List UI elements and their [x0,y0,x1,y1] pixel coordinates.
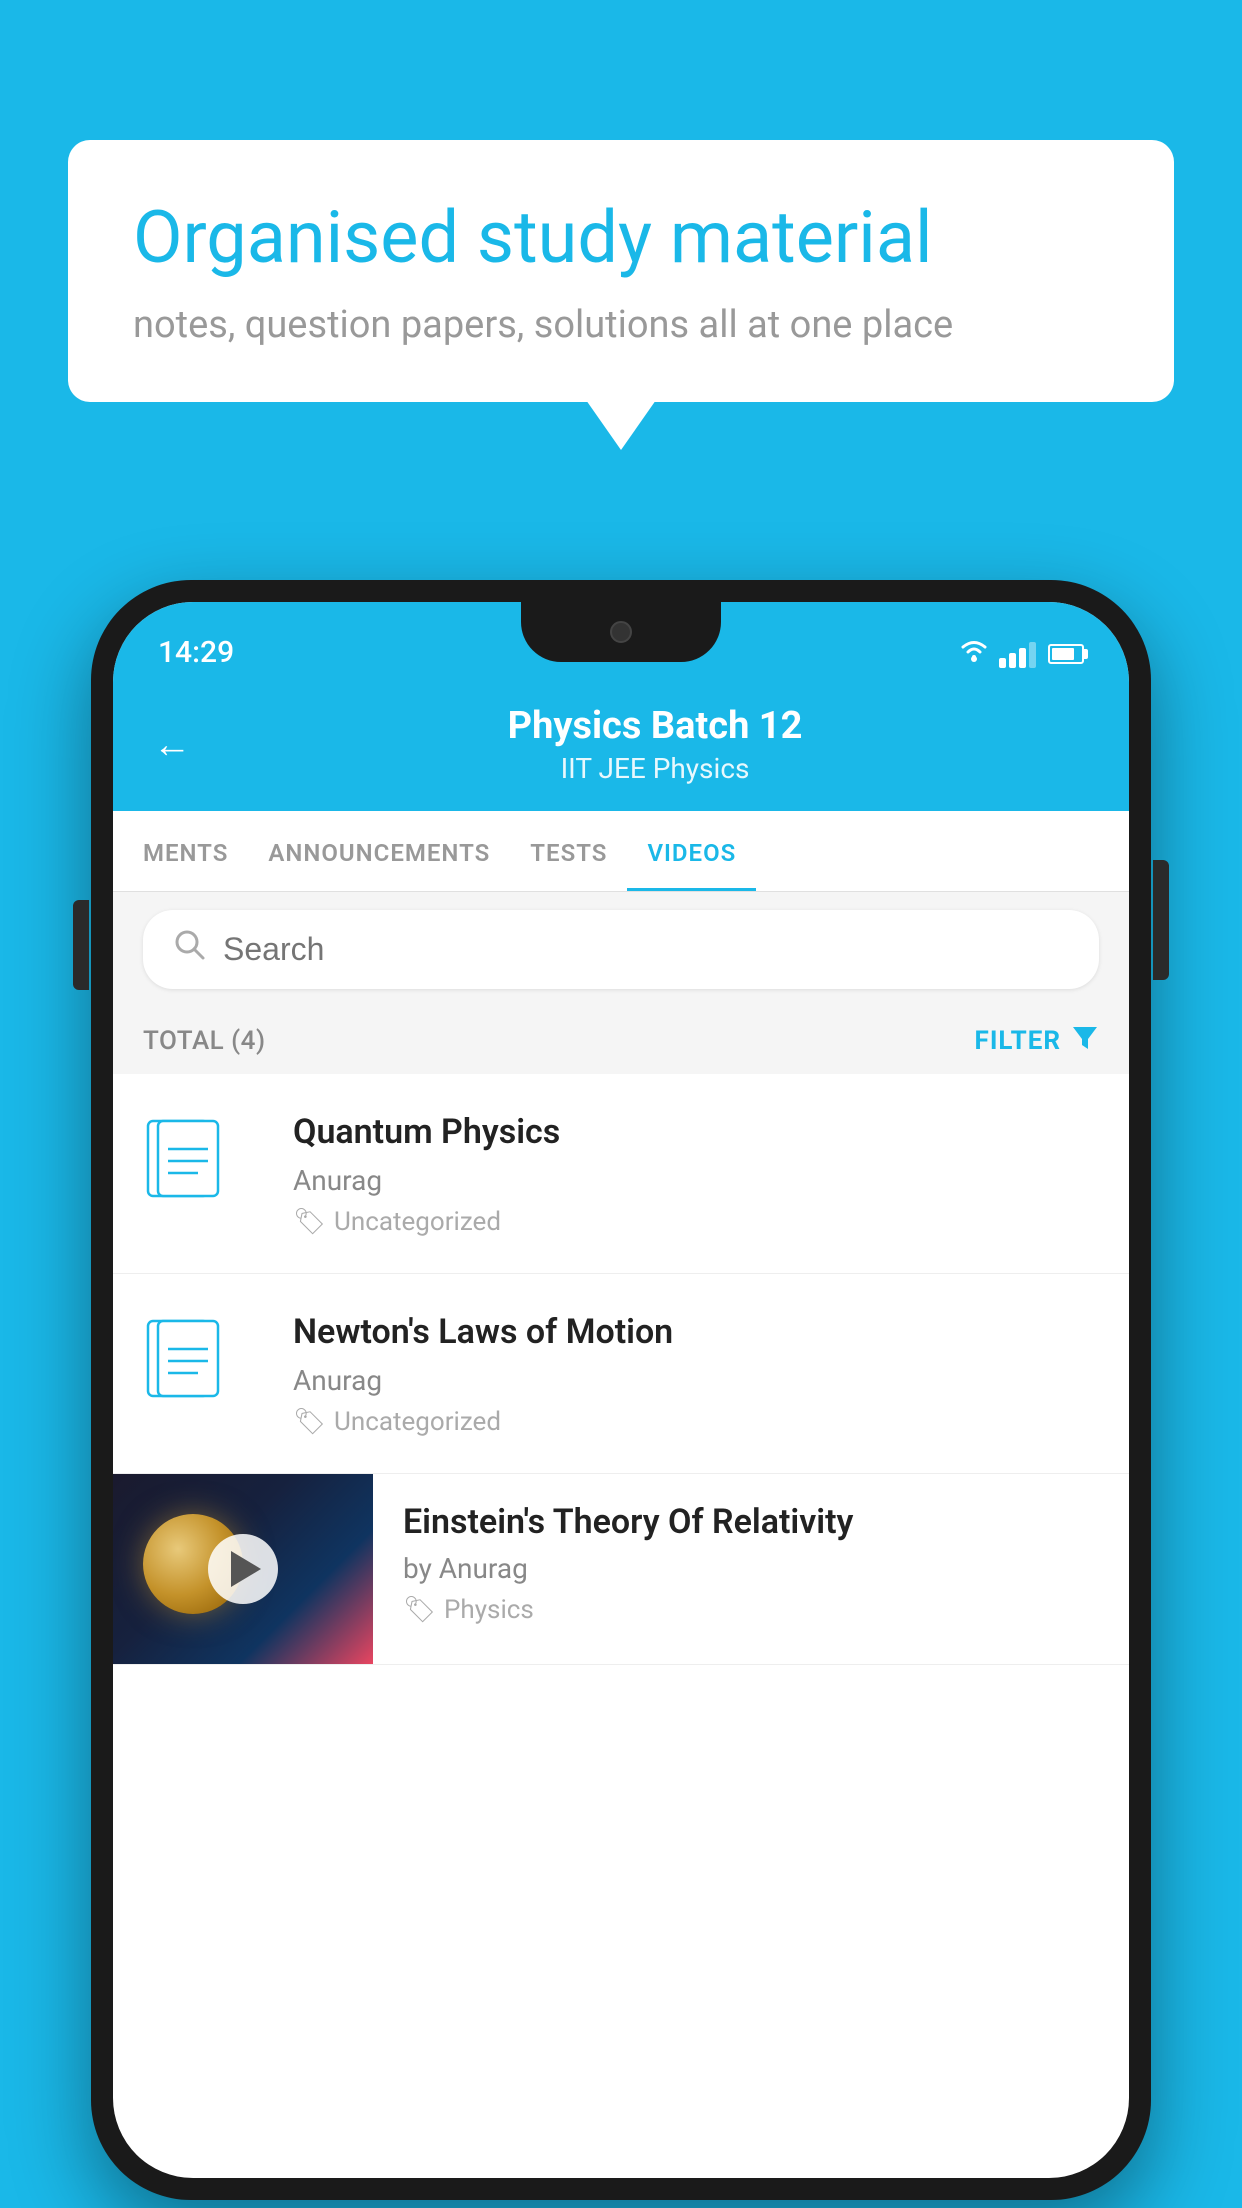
video-info: Newton's Laws of Motion Anurag 🏷 Uncateg… [293,1310,1099,1437]
header-sub-title: IIT JEE Physics [221,752,1089,785]
bubble-subtitle: notes, question papers, solutions all at… [133,303,1109,347]
file-icon-area [143,1319,263,1428]
tag-icon: 🏷 [293,1207,326,1237]
search-icon [173,928,207,971]
play-icon [231,1551,261,1587]
status-icons [957,637,1084,670]
speech-bubble: Organised study material notes, question… [68,140,1174,402]
video-list: Quantum Physics Anurag 🏷 Uncategorized [113,1074,1129,1665]
header-titles: Physics Batch 12 IIT JEE Physics [221,704,1089,785]
video-thumbnail [113,1474,373,1664]
video-info: Quantum Physics Anurag 🏷 Uncategorized [293,1110,1099,1237]
phone-device: 14:29 [91,580,1151,2200]
tab-announcements[interactable]: ANNOUNCEMENTS [248,811,510,891]
tag-label: Physics [444,1595,534,1625]
battery-icon [1048,644,1084,664]
video-author: Anurag [293,1364,1099,1397]
list-item[interactable]: Newton's Laws of Motion Anurag 🏷 Uncateg… [113,1274,1129,1474]
back-button[interactable]: ← [153,723,191,767]
video-tag: 🏷 Uncategorized [293,1207,1099,1237]
filter-icon [1071,1023,1099,1058]
search-bar[interactable] [143,910,1099,989]
tab-bar: MENTS ANNOUNCEMENTS TESTS VIDEOS [113,811,1129,892]
phone-notch [521,602,721,662]
front-camera [610,621,632,643]
header-main-title: Physics Batch 12 [221,704,1089,748]
file-icon-area [143,1119,263,1228]
video-author: by Anurag [403,1552,1099,1585]
phone-outer-shell: 14:29 [91,580,1151,2200]
tab-tests[interactable]: TESTS [510,811,627,891]
speech-bubble-container: Organised study material notes, question… [68,140,1174,402]
video-title: Quantum Physics [293,1110,1099,1154]
filter-button[interactable]: FILTER [975,1023,1099,1058]
tag-icon: 🏷 [293,1407,326,1437]
document-icon [143,1119,233,1224]
search-input[interactable] [223,931,1069,968]
wifi-icon [957,637,991,670]
video-tag: 🏷 Physics [403,1595,1099,1625]
tab-videos[interactable]: VIDEOS [627,811,756,891]
app-header: ← Physics Batch 12 IIT JEE Physics [113,682,1129,811]
video-title: Einstein's Theory Of Relativity [403,1502,1099,1542]
video-title: Newton's Laws of Motion [293,1310,1099,1354]
play-button[interactable] [208,1534,278,1604]
filter-bar: TOTAL (4) FILTER [113,1007,1129,1074]
search-bar-container [113,892,1129,1007]
video-tag: 🏷 Uncategorized [293,1407,1099,1437]
list-item[interactable]: Quantum Physics Anurag 🏷 Uncategorized [113,1074,1129,1274]
tab-ments[interactable]: MENTS [123,811,248,891]
tag-label: Uncategorized [334,1207,501,1237]
tag-label: Uncategorized [334,1407,501,1437]
total-count: TOTAL (4) [143,1026,266,1056]
list-item[interactable]: Einstein's Theory Of Relativity by Anura… [113,1474,1129,1665]
bubble-title: Organised study material [133,195,1109,281]
phone-screen: 14:29 [113,602,1129,2178]
video-author: Anurag [293,1164,1099,1197]
video-info: Einstein's Theory Of Relativity by Anura… [373,1474,1129,1653]
tag-icon: 🏷 [403,1595,436,1625]
document-icon [143,1319,233,1424]
filter-label: FILTER [975,1026,1061,1056]
signal-icon [999,640,1036,668]
